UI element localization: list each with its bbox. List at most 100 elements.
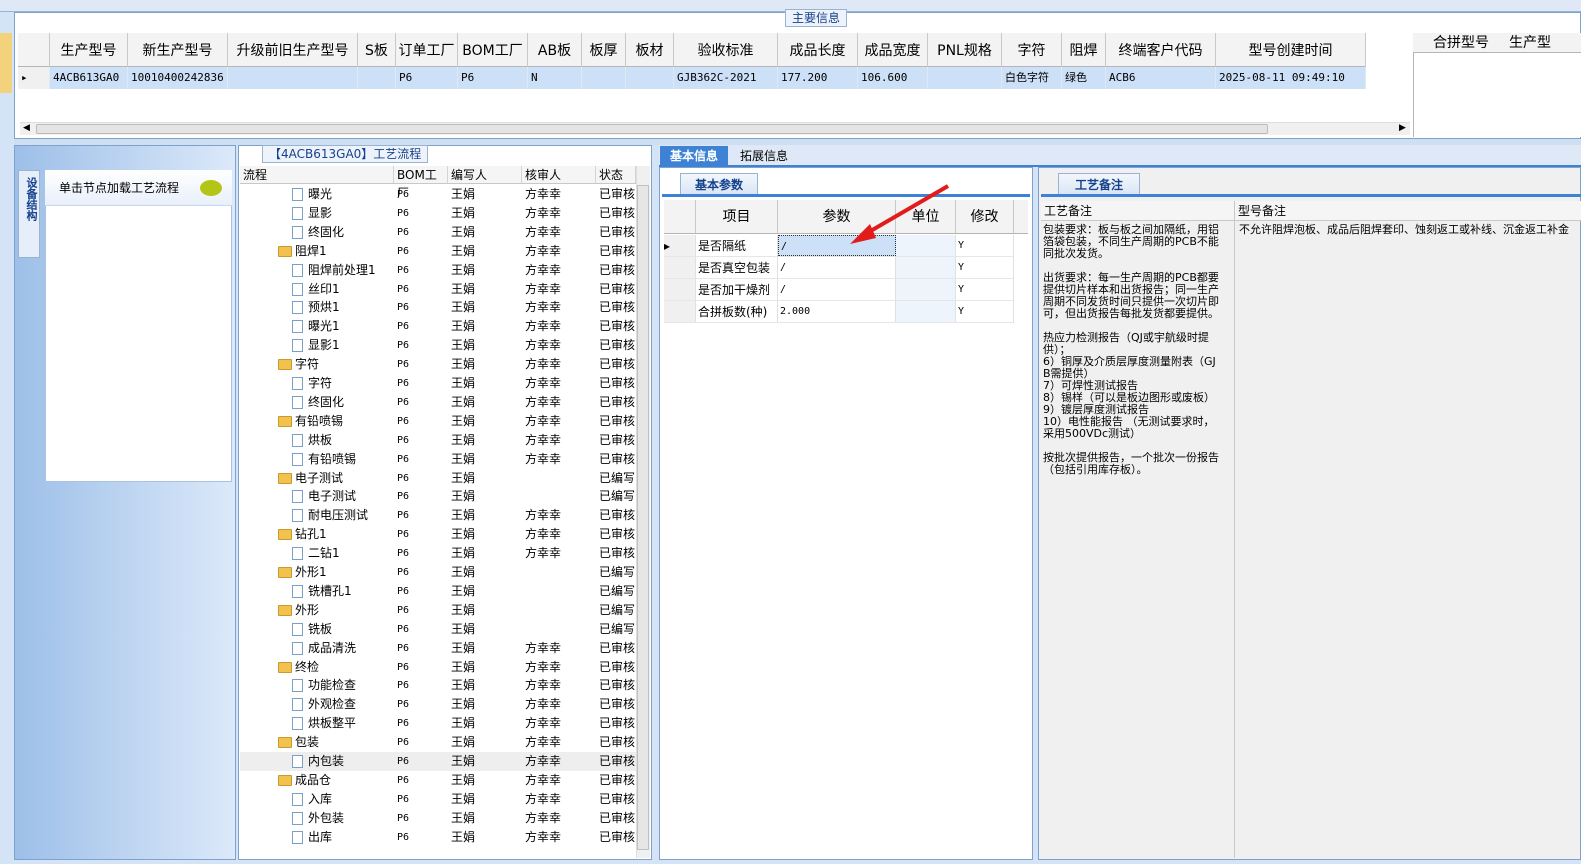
params-col-item[interactable]: 项目 [696, 200, 778, 233]
tree-row[interactable]: 入库 P6 王娟 方幸幸 已审核 [240, 790, 636, 809]
tree-col-reviewer[interactable]: 核审人 [522, 166, 596, 183]
main-col-3[interactable]: 升级前旧生产型号 [228, 33, 358, 67]
main-col-7[interactable]: AB板 [528, 33, 582, 67]
tree-row[interactable]: 电子测试 P6 王娟 已编写 [240, 487, 636, 506]
tree-row[interactable]: 终固化 P6 王娟 方幸幸 已审核 [240, 393, 636, 412]
main-col-5[interactable]: 订单工厂 [396, 33, 458, 67]
params-col-edit[interactable]: 修改 [956, 200, 1014, 233]
tree-col-process[interactable]: 流程 [240, 166, 394, 183]
tree-row[interactable]: 功能检查 P6 王娟 方幸幸 已审核 [240, 676, 636, 695]
main-cell-9[interactable] [626, 67, 674, 89]
main-col-15[interactable]: 阻焊 [1062, 33, 1106, 67]
tree-row[interactable]: 显影 P6 王娟 方幸幸 已审核 [240, 204, 636, 223]
basic-params-tab[interactable]: 基本参数 [680, 173, 758, 195]
tree-row[interactable]: 外观检查 P6 王娟 方幸幸 已审核 [240, 695, 636, 714]
main-cell-17[interactable]: 2025-08-11 09:49:10 [1216, 67, 1366, 89]
tree-row[interactable]: 终检 P6 王娟 方幸幸 已审核 [240, 658, 636, 677]
main-col-8[interactable]: 板厚 [582, 33, 626, 67]
main-col-1[interactable]: 生产型号 [50, 33, 128, 67]
tree-row[interactable]: 曝光 P6 王娟 方幸幸 已审核 [240, 185, 636, 204]
params-row-indicator[interactable] [664, 301, 696, 322]
main-col-12[interactable]: 成品宽度 [858, 33, 928, 67]
nav-tab-device-structure[interactable]: 设备结构 [18, 170, 40, 258]
params-cell-item[interactable]: 是否真空包装 [696, 257, 778, 278]
tree-row[interactable]: 烘板 P6 王娟 方幸幸 已审核 [240, 431, 636, 450]
tree-row[interactable]: 有铅喷锡 P6 王娟 方幸幸 已审核 [240, 450, 636, 469]
main-col-13[interactable]: PNL规格 [928, 33, 1002, 67]
tree-row[interactable]: 外包装 P6 王娟 方幸幸 已审核 [240, 809, 636, 828]
params-cell-edit[interactable]: Y [956, 235, 1014, 256]
main-cell-4[interactable] [358, 67, 396, 89]
params-row-indicator[interactable] [664, 257, 696, 278]
params-cell-edit[interactable]: Y [956, 279, 1014, 300]
tree-row[interactable]: 字符 P6 王娟 方幸幸 已审核 [240, 355, 636, 374]
tree-row[interactable]: 包装 P6 王娟 方幸幸 已审核 [240, 733, 636, 752]
main-cell-2[interactable]: 10010400242836 [128, 67, 228, 89]
notes-tab[interactable]: 工艺备注 [1058, 173, 1140, 195]
main-cell-3[interactable] [228, 67, 358, 89]
tree-row[interactable]: 阻焊1 P6 王娟 方幸幸 已审核 [240, 242, 636, 261]
main-col-14[interactable]: 字符 [1002, 33, 1062, 67]
tree-row[interactable]: 曝光1 P6 王娟 方幸幸 已审核 [240, 317, 636, 336]
main-col-4[interactable]: S板 [358, 33, 396, 67]
tree-row[interactable]: 阻焊前处理1 P6 王娟 方幸幸 已审核 [240, 261, 636, 280]
params-cell-value[interactable]: / [778, 257, 896, 278]
tab-basic-info[interactable]: 基本信息 [660, 146, 728, 167]
tree-row[interactable]: 有铅喷锡 P6 王娟 方幸幸 已审核 [240, 412, 636, 431]
main-col-10[interactable]: 验收标准 [674, 33, 778, 67]
params-cell-unit[interactable] [896, 279, 956, 300]
tree-row[interactable]: 内包装 P6 王娟 方幸幸 已审核 [240, 752, 636, 771]
tree-row[interactable]: 耐电压测试 P6 王娟 方幸幸 已审核 [240, 506, 636, 525]
tree-row[interactable]: 烘板整平 P6 王娟 方幸幸 已审核 [240, 714, 636, 733]
tree-col-author[interactable]: 编写人 [448, 166, 522, 183]
main-col-11[interactable]: 成品长度 [778, 33, 858, 67]
main-cell-13[interactable] [928, 67, 1002, 89]
params-row-indicator[interactable]: ▸ [664, 235, 696, 256]
main-cell-5[interactable]: P6 [396, 67, 458, 89]
params-cell-item[interactable]: 是否加干燥剂 [696, 279, 778, 300]
tree-row[interactable]: 铣板 P6 王娟 已编写 [240, 620, 636, 639]
main-col-9[interactable]: 板材 [626, 33, 674, 67]
tree-row[interactable]: 显影1 P6 王娟 方幸幸 已审核 [240, 336, 636, 355]
params-cell-item[interactable]: 合拼板数(种) [696, 301, 778, 322]
main-grid-hscroll-thumb[interactable] [36, 124, 1268, 134]
params-cell-edit[interactable]: Y [956, 301, 1014, 322]
tree-row[interactable]: 出库 P6 王娟 方幸幸 已审核 [240, 828, 636, 847]
params-cell-edit[interactable]: Y [956, 257, 1014, 278]
tree-row[interactable]: 外形 P6 王娟 已编写 [240, 601, 636, 620]
params-cell-unit[interactable] [896, 257, 956, 278]
params-cell-item[interactable]: 是否隔纸 [696, 235, 778, 256]
params-row[interactable]: 是否加干燥剂 / Y [664, 279, 1014, 301]
tree-col-status[interactable]: 状态 [596, 166, 636, 183]
main-cell-16[interactable]: ACB6 [1106, 67, 1216, 89]
tab-extended-info[interactable]: 拓展信息 [734, 146, 794, 167]
model-note-text[interactable]: 不允许阻焊泡板、成品后阻焊套印、蚀刻返工或补线、沉金返工补金 [1239, 224, 1579, 236]
main-cell-11[interactable]: 177.200 [778, 67, 858, 89]
main-grid-row[interactable]: ▸ 4ACB613GA0 10010400242836 P6 P6 N GJB362C-20… [18, 67, 1366, 89]
tree-row[interactable]: 丝印1 P6 王娟 方幸幸 已审核 [240, 280, 636, 299]
params-row[interactable]: 是否真空包装 / Y [664, 257, 1014, 279]
main-col-16[interactable]: 终端客户代码 [1106, 33, 1216, 67]
main-cell-15[interactable]: 绿色 [1062, 67, 1106, 89]
params-cell-unit[interactable] [896, 301, 956, 322]
main-cell-6[interactable]: P6 [458, 67, 528, 89]
tree-row[interactable]: 字符 P6 王娟 方幸幸 已审核 [240, 374, 636, 393]
main-cell-12[interactable]: 106.600 [858, 67, 928, 89]
main-col-2[interactable]: 新生产型号 [128, 33, 228, 67]
params-row[interactable]: ▸ 是否隔纸 / Y [664, 235, 1014, 257]
main-cell-1[interactable]: 4ACB613GA0 [50, 67, 128, 89]
main-cell-10[interactable]: GJB362C-2021 [674, 67, 778, 89]
main-col-17[interactable]: 型号创建时间 [1216, 33, 1366, 67]
tree-row[interactable]: 外形1 P6 王娟 已编写 [240, 563, 636, 582]
tree-row[interactable]: 铣槽孔1 P6 王娟 已编写 [240, 582, 636, 601]
tree-row[interactable]: 成品仓 P6 王娟 方幸幸 已审核 [240, 771, 636, 790]
tree-row[interactable]: 预烘1 P6 王娟 方幸幸 已审核 [240, 298, 636, 317]
tree-row[interactable]: 终固化 P6 王娟 方幸幸 已审核 [240, 223, 636, 242]
params-cell-value[interactable]: / [778, 279, 896, 300]
tree-row[interactable]: 电子测试 P6 王娟 已编写 [240, 469, 636, 488]
params-row[interactable]: 合拼板数(种) 2.000 Y [664, 301, 1014, 323]
tree-vscroll-thumb[interactable] [637, 185, 649, 850]
main-col-6[interactable]: BOM工厂 [458, 33, 528, 67]
scroll-right-icon[interactable]: ▶ [1399, 123, 1406, 133]
process-note-text[interactable]: 包装要求：板与板之间加隔纸，用铝箔袋包装，不同生产周期的PCB不能同批次发货。 … [1043, 224, 1219, 476]
